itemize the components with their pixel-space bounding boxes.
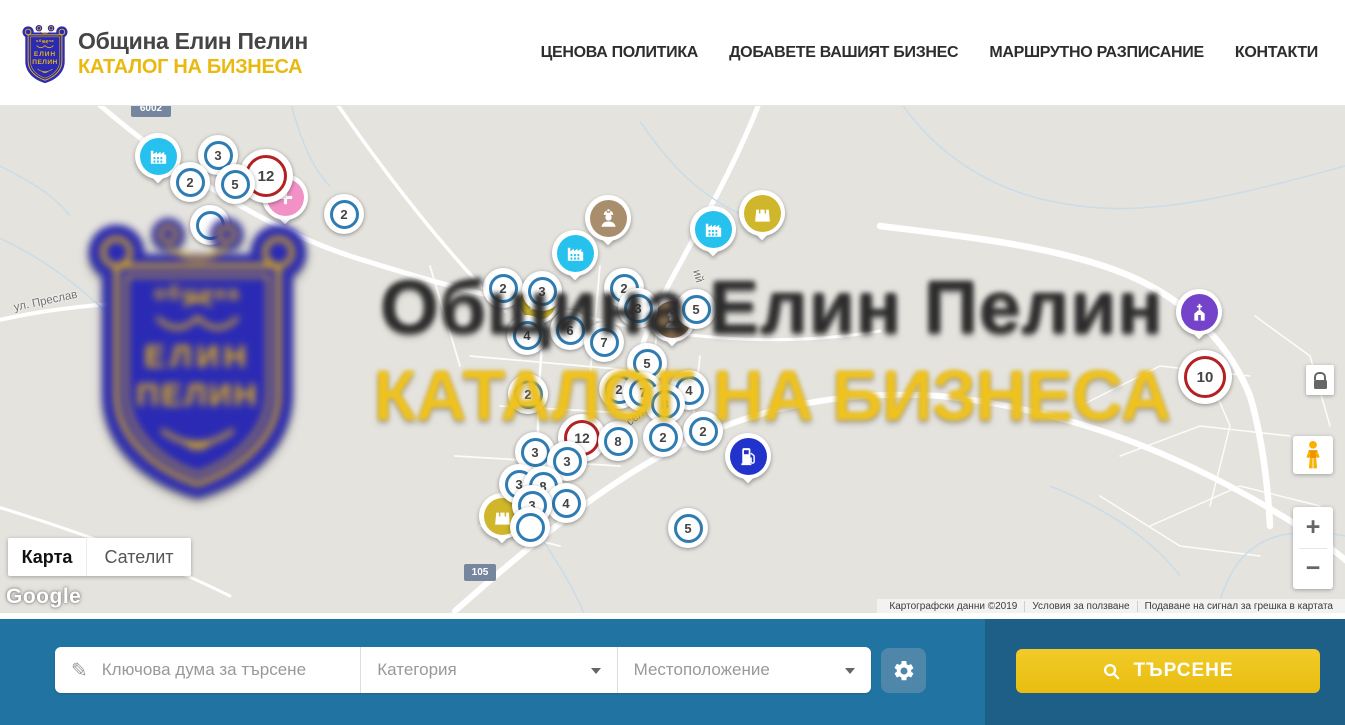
svg-text:ЕЛИН: ЕЛИН — [34, 51, 56, 58]
attribution-text: Картографски данни ©2019 — [882, 601, 1024, 612]
map-cluster-marker[interactable]: 5 — [668, 508, 708, 548]
location-select[interactable]: Местоположение — [617, 647, 871, 693]
map-cluster-marker[interactable] — [510, 507, 550, 547]
google-logo[interactable]: Google — [6, 585, 81, 609]
nav-item[interactable]: КОНТАКТИ — [1235, 44, 1318, 62]
zoom-out-button[interactable]: − — [1293, 549, 1333, 590]
map-cluster-marker[interactable]: 2 — [170, 162, 210, 202]
category-select[interactable]: Категория — [360, 647, 616, 693]
brand[interactable]: община ЕЛИН ПЕЛИН Община Елин Пелин КАТА… — [20, 24, 308, 84]
map-pin-bag[interactable] — [739, 190, 785, 250]
zoom-control: + − — [1293, 507, 1333, 589]
lock-map-button[interactable] — [1306, 365, 1334, 395]
watermark-shield-logo: община ЕЛИН ПЕЛИН — [85, 214, 310, 502]
nav-item[interactable]: МАРШРУТНО РАЗПИСАНИЕ — [989, 44, 1204, 62]
category-select-label: Категория — [377, 660, 456, 680]
municipality-shield-logo: община ЕЛИН ПЕЛИН — [20, 24, 70, 84]
lock-icon — [1314, 372, 1326, 380]
location-select-label: Местоположение — [634, 660, 770, 680]
svg-text:ПЕЛИН: ПЕЛИН — [32, 59, 57, 66]
header: община ЕЛИН ПЕЛИН Община Елин Пелин КАТА… — [0, 0, 1345, 106]
attribution-link[interactable]: Подаване на сигнал за грешка в картата — [1137, 601, 1340, 612]
search-button[interactable]: ТЪРСЕНЕ — [1016, 649, 1320, 693]
map-cluster-marker[interactable]: 2 — [324, 194, 364, 234]
search-input-group: ✎ Категория Местоположение — [55, 647, 871, 693]
zoom-in-button[interactable]: + — [1293, 507, 1333, 548]
map-canvas[interactable]: 6002105ул. Преславбул. „Новоселий 312252… — [0, 106, 1345, 613]
svg-text:община: община — [36, 38, 54, 43]
map-view-button[interactable]: Карта — [8, 538, 86, 576]
attribution-link[interactable]: Условия за ползване — [1024, 601, 1136, 612]
keyword-search-input[interactable] — [100, 659, 360, 681]
gear-icon — [892, 659, 916, 683]
site-subtitle: КАТАЛОГ НА БИЗНЕСА — [78, 55, 308, 79]
page: община ЕЛИН ПЕЛИН Община Елин Пелин КАТА… — [0, 0, 1345, 725]
watermark-subtitle: КАТАЛОГ НА БИЗНЕСА — [332, 356, 1212, 437]
chevron-down-icon — [845, 668, 855, 674]
search-icon — [1102, 662, 1121, 681]
street-view-pegman-button[interactable] — [1293, 436, 1333, 474]
nav-item[interactable]: ДОБАВЕТЕ ВАШИЯТ БИЗНЕС — [729, 44, 958, 62]
advanced-settings-button[interactable] — [881, 648, 926, 693]
pencil-icon: ✎ — [71, 658, 88, 683]
map-attribution: Картографски данни ©2019Условия за ползв… — [877, 599, 1345, 613]
nav-item[interactable]: ЦЕНОВА ПОЛИТИКА — [541, 44, 699, 62]
svg-text:община: община — [154, 284, 241, 305]
satellite-view-button[interactable]: Сателит — [86, 538, 191, 576]
map-type-control: Карта Сателит — [8, 538, 191, 576]
watermark-text: Община Елин Пелин КАТАЛОГ НА БИЗНЕСА — [332, 264, 1212, 437]
map-pin-factory[interactable] — [690, 206, 736, 266]
watermark-title: Община Елин Пелин — [332, 264, 1212, 350]
search-bar: ✎ Категория Местоположение ТЪРСЕНЕ — [0, 619, 1345, 725]
map-pin-fuel[interactable] — [725, 433, 771, 493]
keyword-segment: ✎ — [55, 647, 360, 693]
search-button-label: ТЪРСЕНЕ — [1133, 660, 1233, 682]
chevron-down-icon — [591, 668, 601, 674]
svg-text:ЕЛИН: ЕЛИН — [144, 338, 251, 374]
road-shield-label: 105 — [464, 564, 496, 581]
main-nav: ЦЕНОВА ПОЛИТИКА ДОБАВЕТЕ ВАШИЯТ БИЗНЕС МАР… — [541, 0, 1318, 105]
svg-text:ПЕЛИН: ПЕЛИН — [136, 376, 258, 412]
site-title: Община Елин Пелин — [78, 29, 308, 54]
map-cluster-marker[interactable]: 4 — [546, 483, 586, 523]
map-cluster-marker[interactable]: 5 — [215, 164, 255, 204]
road-shield-label: 6002 — [131, 106, 171, 117]
pegman-icon — [1300, 440, 1326, 470]
